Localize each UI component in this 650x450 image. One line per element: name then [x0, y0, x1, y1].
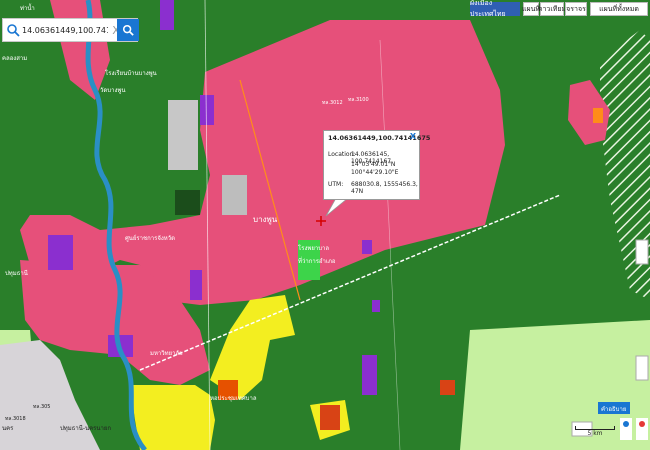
institutional-block: [168, 100, 198, 170]
poi-label: มหาวิทยาลัย: [150, 350, 183, 357]
road-tag: ทล.3100: [348, 97, 369, 103]
road-tag: ทล.305: [33, 404, 51, 410]
side-control[interactable]: [635, 355, 649, 381]
area-label: ปทุมธานี: [5, 269, 28, 277]
map-canvas[interactable]: บางพูน ท่าน้ำ โรงเรียนบ้านบางพูน วัดบางพ…: [0, 0, 650, 450]
person-icon: [639, 421, 645, 427]
industrial-block: [200, 95, 214, 125]
dms-longitude: 100°44'29.10"E: [351, 169, 399, 176]
map-type-button[interactable]: แผนที่: [522, 2, 540, 16]
popup-title: 14.06361449,100.74141675: [328, 134, 431, 142]
industrial-block: [362, 355, 377, 395]
scale-bar: 5 km: [575, 426, 615, 437]
traffic-button[interactable]: จราจร: [565, 2, 587, 16]
area-label: นคร: [2, 425, 14, 432]
commercial-zone: [130, 385, 215, 450]
dms-latitude: 14°03'49.01"N: [351, 161, 396, 168]
province-select[interactable]: ผังเมืองประเทศไทย: [470, 0, 520, 18]
institutional-block: [222, 175, 247, 215]
legend-button-label: คำอธิบาย: [601, 406, 626, 413]
poi-label: โรงเรียนบ้านบางพูน: [105, 69, 157, 77]
poi-label: โรงพยาบาล: [298, 244, 329, 252]
person-icon: [623, 421, 629, 427]
poi-label: วัดบางพูน: [100, 87, 125, 94]
search-button[interactable]: [117, 19, 139, 41]
popup-close-button[interactable]: X: [410, 132, 416, 141]
road-tag: ทล.3012: [322, 100, 343, 106]
road-tag: ทล.3018: [5, 416, 26, 422]
search-box: X: [2, 18, 139, 42]
orange-block: [593, 108, 603, 123]
region-select[interactable]: แผนที่ทั้งหมด: [590, 2, 648, 16]
poi-label: ศูนย์ราชการจังหวัด: [125, 234, 175, 242]
poi-label: ที่ว่าการอำเภอ: [298, 257, 336, 265]
search-icon: [122, 24, 134, 36]
satellite-button[interactable]: ดาวเทียม: [538, 2, 566, 16]
utm-label: UTM:: [328, 181, 344, 188]
search-input[interactable]: [20, 25, 110, 35]
scale-label: 5 km: [587, 430, 603, 437]
red-block: [320, 405, 340, 430]
side-control[interactable]: [635, 239, 649, 265]
area-label: ปทุมธานี-นครนายก: [60, 424, 111, 432]
search-icon: [7, 24, 20, 37]
industrial-block: [190, 270, 202, 300]
town-label: บางพูน: [253, 215, 278, 225]
industrial-block: [48, 235, 73, 270]
coordinate-popup: 14.06361449,100.74141675 X Location: 14.…: [323, 130, 431, 200]
red-block: [440, 380, 455, 395]
utm-value: 688030.8, 1555456.3, 47N: [351, 181, 418, 195]
dark-green-park: [175, 190, 200, 215]
industrial-block: [362, 240, 372, 254]
industrial-block: [160, 0, 174, 30]
industrial-block: [372, 300, 380, 312]
area-label: คลองสาม: [2, 55, 27, 62]
poi-label: หอประชุมเทศบาล: [210, 395, 257, 402]
